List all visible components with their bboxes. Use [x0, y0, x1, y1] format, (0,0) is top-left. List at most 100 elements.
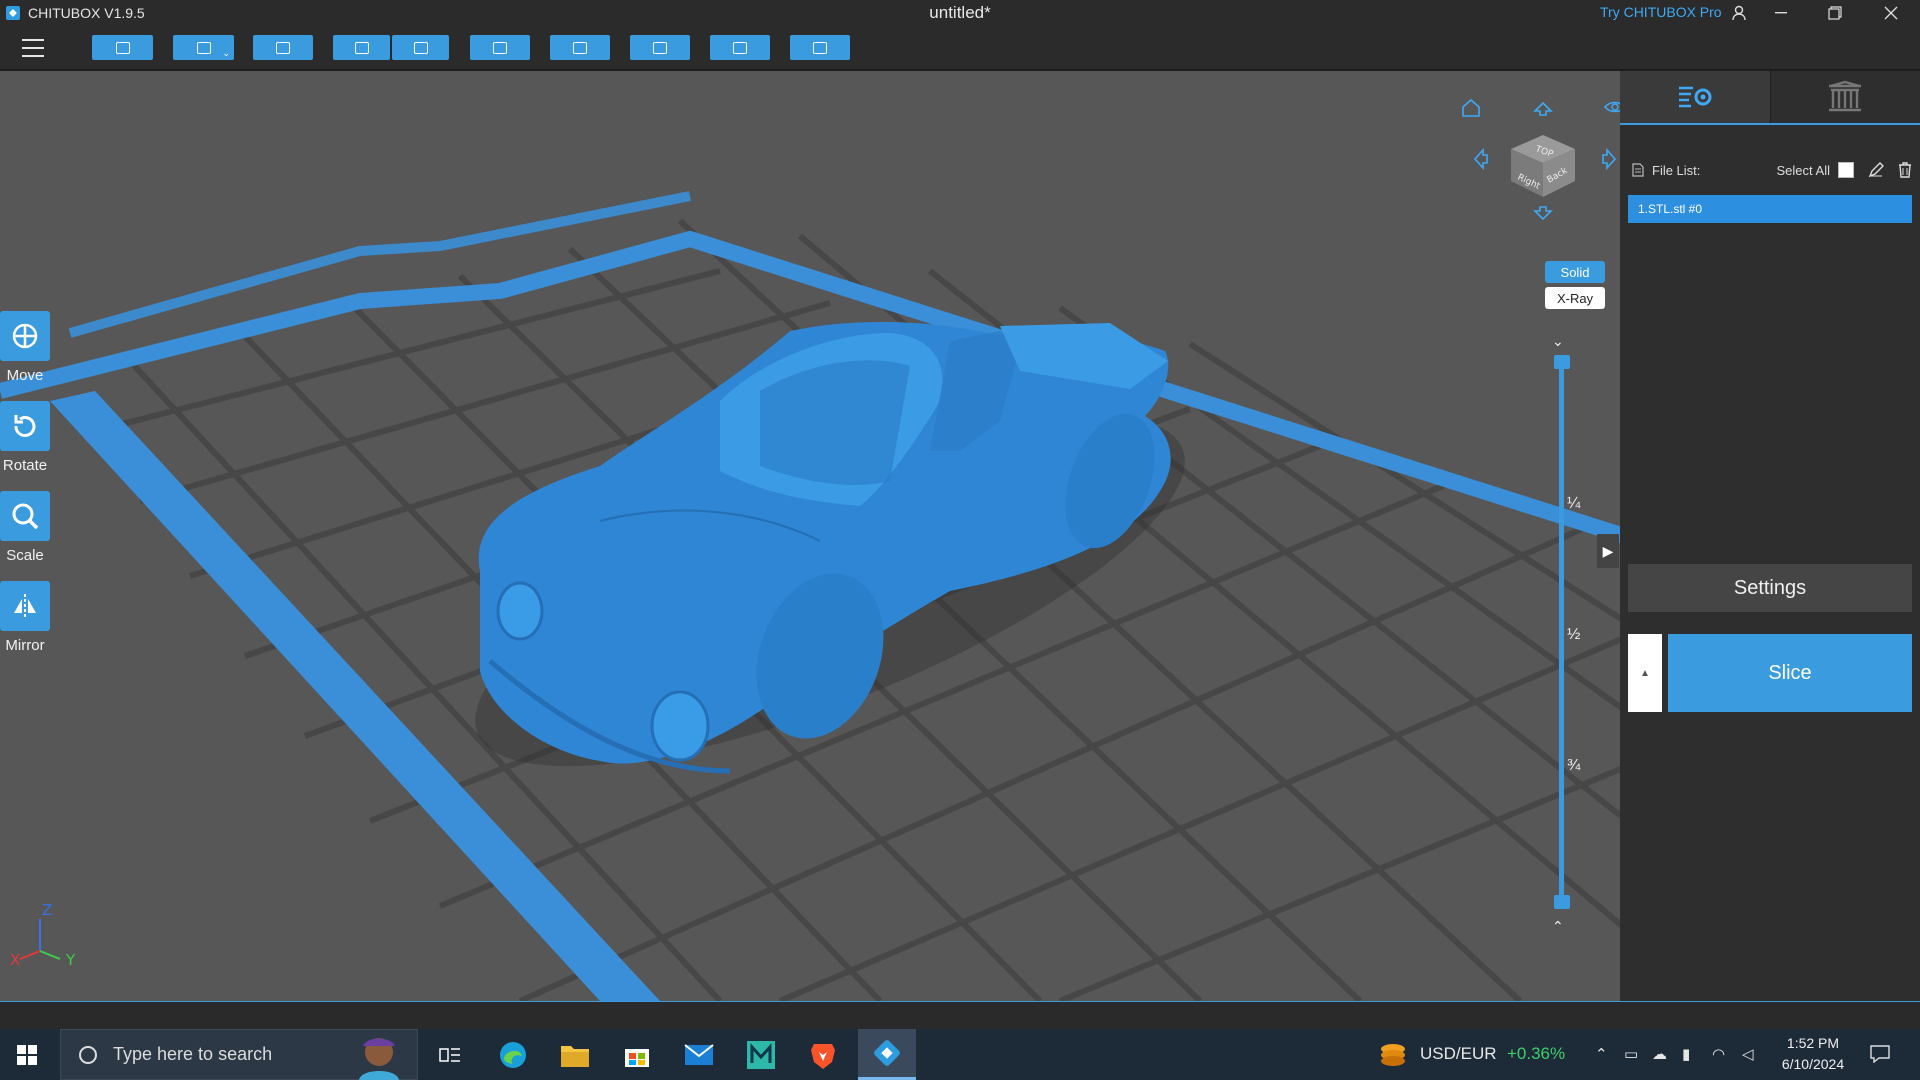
layout-icon [493, 41, 507, 54]
battery-icon[interactable]: ▮ [1682, 1045, 1690, 1063]
chevron-down-icon[interactable]: ⌄ [222, 48, 230, 59]
mail-icon[interactable] [671, 1029, 727, 1080]
redo-icon [413, 41, 428, 54]
document-icon [1632, 163, 1644, 177]
collapse-panel-arrow-icon[interactable]: ▶ [1597, 534, 1619, 568]
edge-browser-icon[interactable] [485, 1029, 541, 1080]
minimize-icon[interactable] [1758, 0, 1804, 26]
mirror-label: Mirror [5, 637, 45, 654]
slider-up-chevron-icon[interactable]: ⌃ [1552, 918, 1564, 935]
clock-date: 6/10/2024 [1781, 1056, 1845, 1072]
mirror-icon [0, 581, 50, 631]
axis-indicator: Z Y X [10, 901, 76, 969]
restore-icon[interactable] [1812, 0, 1858, 26]
layer-slider-bottom-handle[interactable] [1554, 895, 1570, 909]
onedrive-icon[interactable]: ☁ [1652, 1045, 1667, 1063]
select-all-checkbox[interactable] [1838, 162, 1854, 178]
view-navigation-cube[interactable]: TOP Right Back [1455, 93, 1620, 223]
main-toolbar: ⌄ [0, 26, 1920, 70]
fit-view-icon [276, 41, 290, 54]
title-bar: CHITUBOX V1.9.5 untitled* Try CHITUBOX P… [0, 0, 1920, 26]
right-panel: File List: Select All 1.STL.stl #0 Setti… [1620, 71, 1920, 1001]
meshmixer-icon[interactable] [733, 1029, 789, 1080]
system-clock[interactable]: 1:52 PM 6/10/2024 [1766, 1033, 1860, 1075]
chitubox-logo-icon [6, 6, 20, 20]
dig-hole-button[interactable] [790, 35, 850, 60]
scale-icon [0, 491, 50, 541]
save-icon [196, 41, 211, 54]
folder-icon [115, 41, 130, 54]
wifi-icon[interactable]: ◠ [1712, 1045, 1725, 1063]
fit-view-button[interactable] [253, 35, 313, 60]
task-view-icon[interactable] [422, 1029, 478, 1080]
slider-mark-half: ½ [1567, 626, 1581, 643]
show-hidden-icons-chevron-icon[interactable]: ⌃ [1595, 1045, 1608, 1063]
file-explorer-icon[interactable] [547, 1029, 603, 1080]
view-up-arrow-icon [1533, 101, 1553, 116]
list-item[interactable]: 1.STL.stl #0 [1628, 195, 1912, 223]
hollow-button[interactable] [710, 35, 770, 60]
account-icon[interactable] [1716, 0, 1762, 26]
scale-label: Scale [6, 547, 44, 564]
notifications-icon[interactable] [1870, 1045, 1890, 1067]
view-right-arrow-icon [1602, 147, 1617, 171]
brave-browser-icon[interactable] [795, 1029, 851, 1080]
tab-print-settings[interactable] [1620, 71, 1771, 123]
close-icon[interactable] [1868, 0, 1914, 26]
try-pro-link[interactable]: Try CHITUBOX Pro [1600, 4, 1722, 20]
view-left-arrow-icon [1473, 147, 1488, 171]
open-file-button[interactable] [92, 35, 153, 60]
ticker-change[interactable]: +0.36% [1507, 1044, 1565, 1064]
library-columns-icon [1829, 80, 1862, 112]
move-icon [0, 311, 50, 361]
slider-mark-quarter: ¼ [1567, 495, 1581, 512]
settings-list-icon [1678, 86, 1712, 108]
scale-tool[interactable]: Scale [0, 491, 50, 564]
search-placeholder: Type here to search [113, 1044, 273, 1064]
slice-button[interactable]: Slice [1668, 634, 1912, 712]
layer-slider-track [1559, 361, 1564, 901]
rotate-label: Rotate [2, 457, 48, 474]
mirror-tool[interactable]: Mirror [0, 581, 50, 654]
windows-start-icon[interactable] [17, 1045, 37, 1065]
chitubox-taskbar-icon[interactable] [858, 1029, 916, 1080]
xray-view-button[interactable]: X-Ray [1545, 287, 1605, 309]
home-view-icon [1462, 98, 1480, 117]
settings-button[interactable]: Settings [1628, 564, 1912, 612]
hollow-icon [733, 41, 747, 54]
search-highlight-avatar-icon [359, 1038, 399, 1080]
volume-icon[interactable]: ◁ [1742, 1045, 1754, 1063]
move-label: Move [6, 367, 44, 384]
move-tool[interactable]: Move [0, 311, 50, 384]
panel-tabs [1620, 71, 1920, 125]
clock-time: 1:52 PM [1786, 1035, 1840, 1051]
support-button[interactable] [630, 35, 690, 60]
arrange-icon [573, 41, 587, 54]
microsoft-store-icon[interactable] [609, 1029, 665, 1080]
rotate-icon [0, 401, 50, 451]
slice-options-toggle[interactable]: ▲ [1628, 634, 1662, 712]
edit-icon[interactable] [1868, 162, 1884, 178]
search-icon [79, 1045, 97, 1064]
taskbar-search-box[interactable]: Type here to search [60, 1029, 418, 1080]
ticker-name[interactable]: USD/EUR [1420, 1044, 1497, 1064]
arrange-button[interactable] [550, 35, 610, 60]
menu-icon[interactable] [22, 39, 44, 57]
support-icon [653, 41, 667, 54]
meet-now-icon[interactable]: ▭ [1624, 1045, 1638, 1063]
svg-text:Z: Z [42, 901, 52, 919]
undo-button[interactable] [333, 35, 390, 60]
layer-slider-top-handle[interactable] [1554, 355, 1570, 369]
solid-view-button[interactable]: Solid [1545, 261, 1605, 283]
tab-resin-library[interactable] [1771, 71, 1920, 123]
save-button[interactable]: ⌄ [173, 35, 234, 60]
3d-viewport[interactable]: Move Rotate Scale Mirror TOP Right Back … [0, 71, 1620, 1001]
select-all-label: Select All [1776, 162, 1830, 178]
view-down-arrow-icon [1533, 206, 1553, 221]
redo-button[interactable] [392, 35, 449, 60]
trash-icon[interactable] [1898, 162, 1912, 178]
layout-button[interactable] [470, 35, 530, 60]
slider-mark-three-quarter: ¾ [1567, 757, 1581, 774]
file-list-label: File List: [1652, 162, 1701, 178]
rotate-tool[interactable]: Rotate [0, 401, 50, 474]
